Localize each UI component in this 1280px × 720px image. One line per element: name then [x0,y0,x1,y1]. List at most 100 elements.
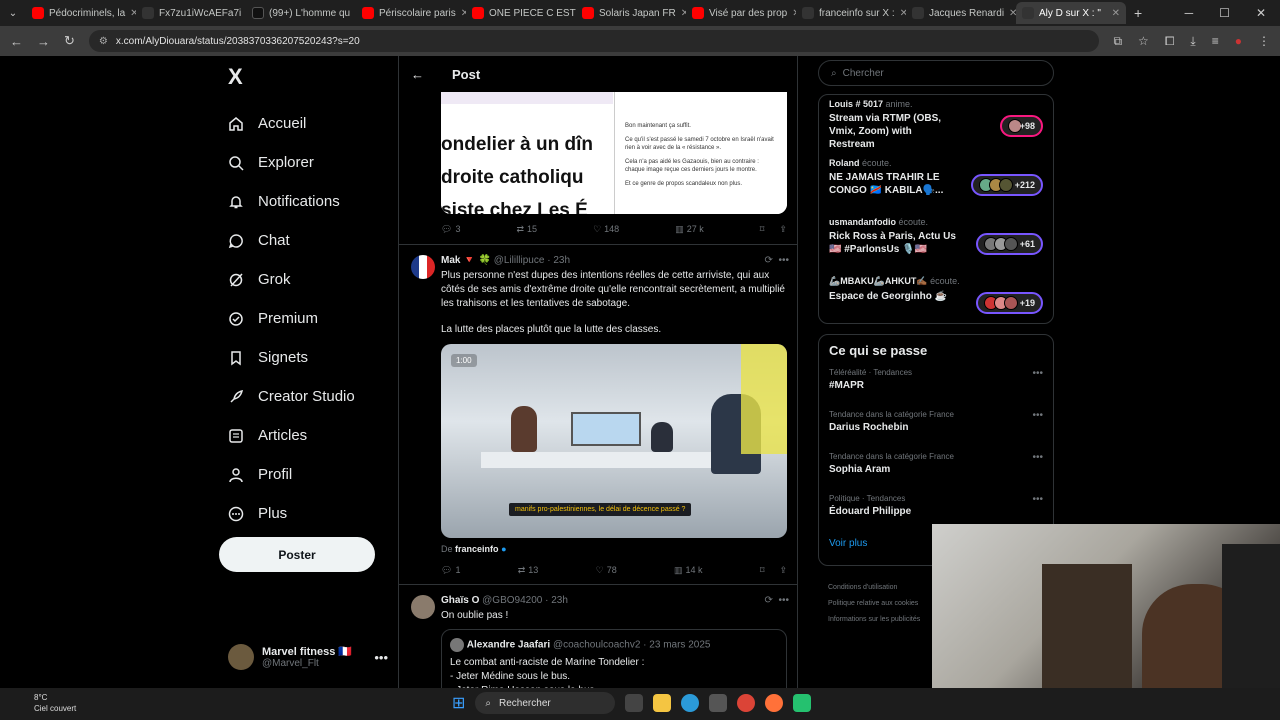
nav-item-profil[interactable]: Profil [218,455,388,494]
trend-item[interactable]: Téléréalité · Tendances #MAPR ••• [829,368,1043,410]
nav-item-explorer[interactable]: Explorer [218,143,388,182]
minimize-icon[interactable]: ─ [1185,6,1194,20]
more-dots-icon[interactable]: ••• [1032,368,1043,379]
store-icon[interactable] [709,694,728,712]
more-dots-icon[interactable]: ••• [1032,410,1043,421]
more-dots-icon[interactable]: ••• [778,595,789,606]
file-explorer-icon[interactable] [653,694,672,712]
space-item[interactable]: Roland écoute. NE JAMAIS TRAHIR LE CONGO… [829,158,1043,217]
tweet[interactable]: Mak 🔻 🍀 @Lilillipuce · 23h ⟳ ••• Plus pe… [399,244,797,584]
weather-widget[interactable]: 8°C Ciel couvert [14,692,76,714]
browser-tab[interactable]: Fx7zu1iWcAEFa7i✕ [136,2,246,24]
reload-icon[interactable]: ↻ [64,33,75,49]
grok-icon[interactable]: ⟳ [765,595,773,606]
forward-arrow-icon[interactable]: → [37,34,50,49]
space-item[interactable]: usmandanfodio écoute. Rick Ross à Paris,… [829,217,1043,276]
url-bar[interactable]: ⚙ x.com/AlyDiouara/status/203837033620752… [88,30,1100,52]
bookmark-star-icon[interactable]: ☆ [1138,34,1149,49]
author-name[interactable]: Ghaïs O [441,595,479,606]
tab-favicon-icon [582,7,594,19]
search-input[interactable]: ⌕ Chercher [818,60,1054,86]
browser-tab[interactable]: Jacques Renardi ✕ [906,2,1016,24]
author-handle[interactable]: @GBO94200 [482,595,542,606]
author-handle[interactable]: @Lilillipuce [494,255,545,266]
browser-tab[interactable]: Solaris Japan FR ✕ [576,2,686,24]
nav-item-signets[interactable]: Signets [218,338,388,377]
share-icon[interactable]: ⇪ [779,224,787,235]
browser-menu-icon[interactable]: ⋮ [1258,34,1270,49]
nav-item-grok[interactable]: Grok [218,260,388,299]
space-item[interactable]: Louis # 5017 anime. Stream via RTMP (OBS… [829,99,1043,158]
browser-tab[interactable]: Périscolaire paris ✕ [356,2,466,24]
tweet-time[interactable]: 23h [551,595,568,606]
new-tab-icon[interactable]: + [1126,5,1142,21]
reply-button[interactable]: 💬︎ 3 [441,224,460,235]
presenter-figure [651,422,673,452]
grok-icon[interactable]: ⟳ [765,255,773,266]
browser-tab-active[interactable]: Aly D sur X : " ✕ [1016,2,1126,24]
like-button[interactable]: ♡ 78 [596,565,617,576]
source-link[interactable]: franceinfo [455,544,499,554]
views-button[interactable]: ▥ 14 k [674,565,703,576]
trend-context: Tendance dans la catégorie France [829,452,954,461]
nav-item-articles[interactable]: Articles [218,416,388,455]
nav-item-chat[interactable]: Chat [218,221,388,260]
bookmark-button[interactable]: ⌑ ⇪ [760,565,787,576]
task-view-icon[interactable] [625,694,644,712]
trend-item[interactable]: Tendance dans la catégorie France Darius… [829,410,1043,452]
firefox-icon[interactable] [765,694,784,712]
profile-icon[interactable]: ● [1235,34,1242,49]
reply-button[interactable]: 💬︎ 1 [441,565,460,576]
video-player[interactable]: 1:00 manifs pro-palestiniennes, le délai… [441,344,787,538]
tab-close-icon[interactable]: ✕ [1009,8,1016,19]
nav-item-premium[interactable]: Premium [218,299,388,338]
browser-tab[interactable]: franceinfo sur X : ✕ [796,2,906,24]
back-arrow-icon[interactable]: ← [10,34,23,49]
tab-close-icon[interactable]: ✕ [1112,8,1120,19]
share-icon[interactable]: ⇪ [779,565,787,576]
install-app-icon[interactable]: ⧉ [1113,34,1122,49]
browser-tab[interactable]: ONE PIECE C EST✕ [466,2,576,24]
more-dots-icon[interactable]: ••• [1032,452,1043,463]
edge-icon[interactable] [681,694,700,712]
more-dots-icon[interactable]: ••• [374,650,388,665]
nav-item-creator-studio[interactable]: Creator Studio [218,377,388,416]
browser-tab[interactable]: (99+) L'homme qu✕ [246,2,356,24]
extensions-icon[interactable]: ⧠ [1165,34,1175,49]
post-button[interactable]: Poster [219,537,375,572]
nav-item-plus[interactable]: Plus [218,494,388,533]
views-count: 27 k [686,224,704,234]
more-dots-icon[interactable]: ••• [778,255,789,266]
browser-tab[interactable]: Pédocriminels, la ✕ [26,2,136,24]
nav-item-notifications[interactable]: Notifications [218,182,388,221]
download-icon[interactable]: ⤓ [1190,34,1195,49]
like-button[interactable]: ♡ 148 [593,224,619,235]
media-control-icon[interactable]: ≡ [1212,34,1219,49]
app-icon[interactable] [793,694,812,712]
author-name[interactable]: Mak 🔻 🍀 [441,255,491,266]
tab-list-chevron-icon[interactable]: ⌄ [0,8,26,19]
repost-button[interactable]: ⇄ 15 [516,224,537,235]
tweet-time[interactable]: 23h [553,255,570,266]
bookmark-button[interactable]: ⌑ ⇪ [760,224,787,235]
site-info-icon[interactable]: ⚙ [99,36,108,47]
nav-label: Accueil [258,115,307,132]
windows-start-icon[interactable]: ⊞ [452,693,465,713]
space-item[interactable]: 🦾MBAKU🦾AHKUT✍🏾 écoute. Espace de Georgin… [829,276,1043,335]
more-dots-icon[interactable]: ••• [1032,494,1043,505]
trend-item[interactable]: Tendance dans la catégorie France Sophia… [829,452,1043,494]
taskbar-search[interactable]: ⌕ Rechercher [475,692,616,714]
avatar[interactable] [411,255,435,279]
chrome-icon[interactable] [737,694,756,712]
views-button[interactable]: ▥ 27 k [675,224,704,235]
maximize-icon[interactable]: ☐ [1219,6,1230,20]
nav-item-accueil[interactable]: Accueil [218,104,388,143]
post-image[interactable]: ondelier à un dîn droite catholiqu siste… [441,92,787,214]
window-close-icon[interactable]: ✕ [1256,6,1266,20]
account-switcher[interactable]: Marvel fitness 🇫🇷 @Marvel_Flt ••• [228,644,388,670]
back-arrow-icon[interactable]: ← [411,67,424,82]
repost-button[interactable]: ⇄ 13 [518,565,539,576]
avatar[interactable] [411,595,435,619]
browser-tab[interactable]: Visé par des prop✕ [686,2,796,24]
x-logo[interactable]: X [228,64,388,90]
